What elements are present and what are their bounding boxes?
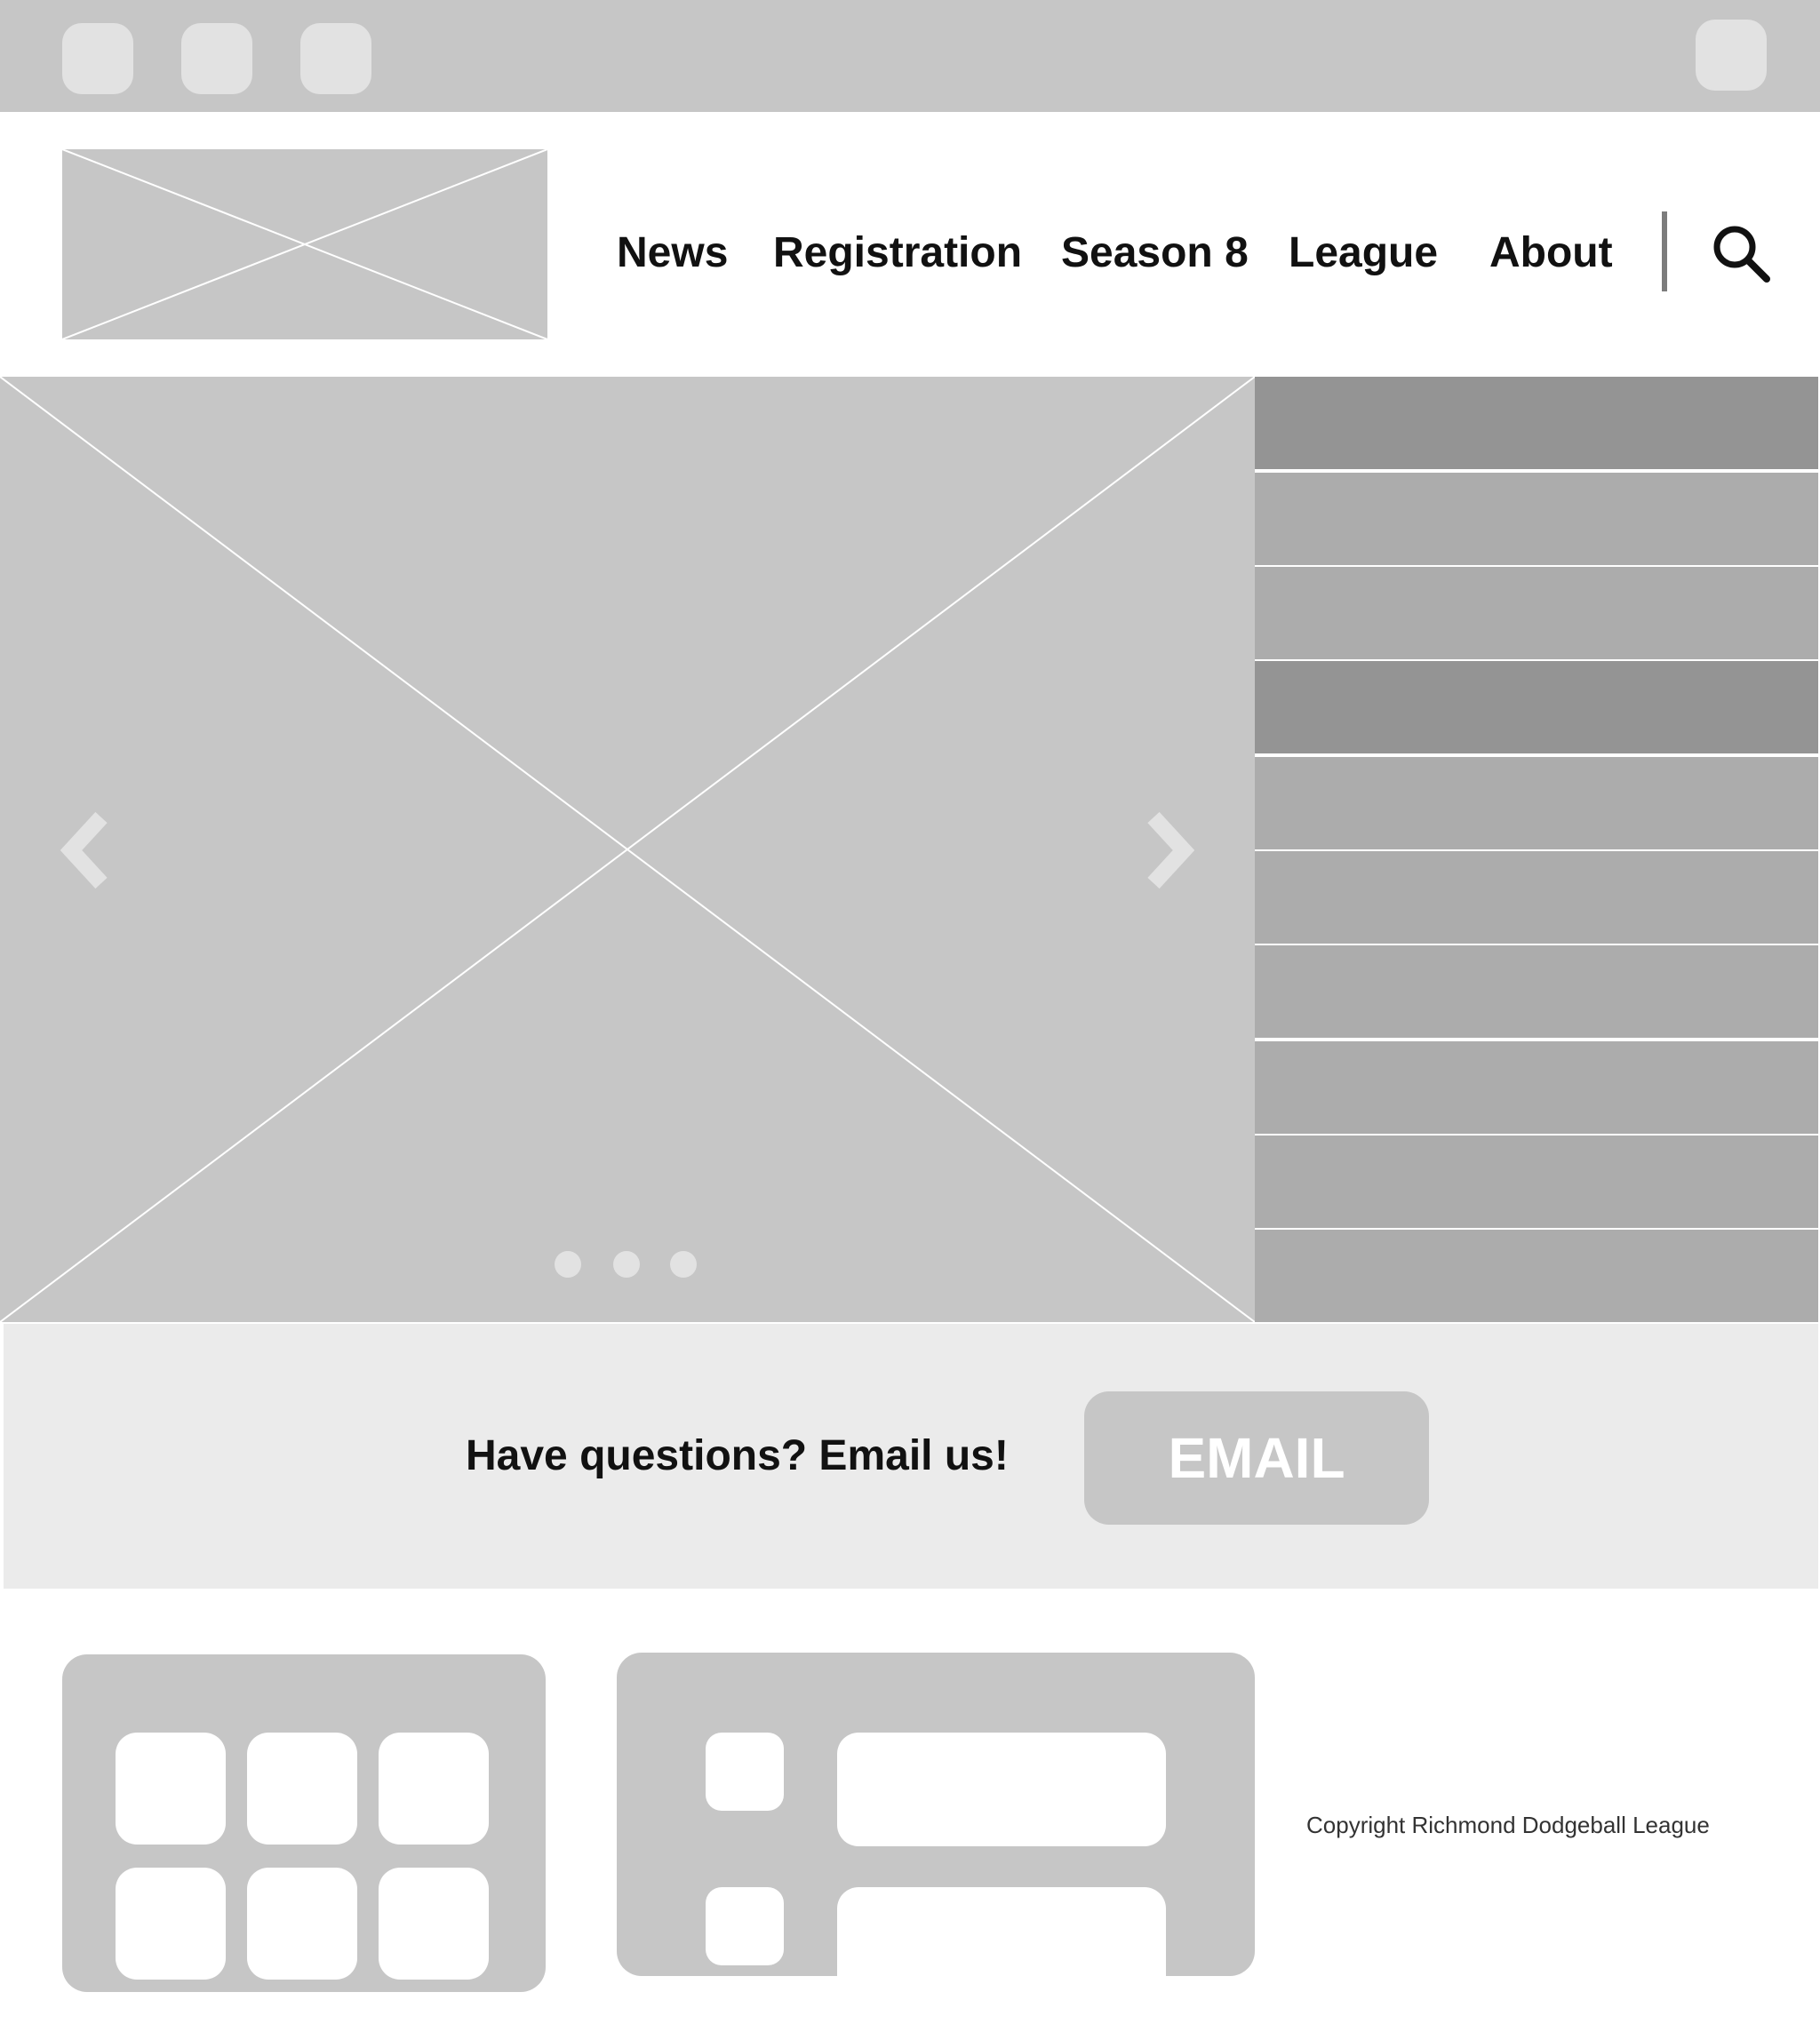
window-control-button[interactable]: [62, 23, 133, 94]
nav-divider: [1662, 211, 1667, 291]
search-button[interactable]: [1710, 222, 1772, 284]
grid-tile[interactable]: [116, 1868, 226, 1980]
carousel-dot[interactable]: [670, 1251, 697, 1278]
window-control-button[interactable]: [181, 23, 252, 94]
sidebar-item[interactable]: [1255, 661, 1818, 753]
sidebar-item[interactable]: [1255, 377, 1818, 469]
nav-item-league[interactable]: League: [1289, 222, 1438, 284]
grid-tile[interactable]: [247, 1868, 357, 1980]
nav-item-news[interactable]: News: [617, 222, 728, 284]
hero-image-placeholder: [0, 377, 1255, 1322]
top-bar: [0, 0, 1820, 112]
copyright-text: Copyright Richmond Dodgeball League: [1306, 1812, 1710, 1838]
carousel-next-button[interactable]: [1138, 810, 1200, 890]
window-menu-button[interactable]: [1696, 20, 1767, 91]
sidebar-item[interactable]: [1255, 1230, 1818, 1322]
logo-placeholder[interactable]: [62, 149, 547, 339]
email-button[interactable]: EMAIL: [1084, 1391, 1429, 1525]
grid-tile[interactable]: [116, 1733, 226, 1845]
search-icon: [1713, 226, 1770, 283]
sidebar-item[interactable]: [1255, 945, 1818, 1038]
window-control-button[interactable]: [300, 23, 371, 94]
chevron-left-icon: [60, 811, 108, 889]
carousel-dot[interactable]: [555, 1251, 581, 1278]
sidebar-item[interactable]: [1255, 851, 1818, 944]
sidebar-item[interactable]: [1255, 1136, 1818, 1228]
sidebar-item[interactable]: [1255, 567, 1818, 659]
grid-tile[interactable]: [379, 1733, 489, 1845]
nav-item-about[interactable]: About: [1489, 222, 1613, 284]
footer-grid-widget[interactable]: [62, 1654, 546, 1992]
sidebar-item[interactable]: [1255, 1041, 1818, 1134]
image-placeholder-icon: [62, 149, 547, 339]
grid-tile[interactable]: [379, 1868, 489, 1980]
list-bar[interactable]: [837, 1887, 1166, 1976]
nav-item-season-8[interactable]: Season 8: [1061, 222, 1249, 284]
chevron-right-icon: [1147, 811, 1195, 889]
footer-list-widget[interactable]: [617, 1653, 1255, 1976]
carousel-dot[interactable]: [613, 1251, 640, 1278]
sidebar-item[interactable]: [1255, 757, 1818, 849]
sidebar-list: [1255, 377, 1820, 1322]
list-bar[interactable]: [837, 1733, 1166, 1846]
list-thumb[interactable]: [706, 1887, 784, 1965]
sidebar-item[interactable]: [1255, 473, 1818, 565]
contact-text: Have questions? Email us!: [466, 1432, 1009, 1479]
carousel-prev-button[interactable]: [55, 810, 117, 890]
nav-item-registration[interactable]: Registration: [773, 222, 1022, 284]
list-thumb[interactable]: [706, 1733, 784, 1811]
grid-tile[interactable]: [247, 1733, 357, 1845]
hero-carousel: [0, 377, 1255, 1322]
